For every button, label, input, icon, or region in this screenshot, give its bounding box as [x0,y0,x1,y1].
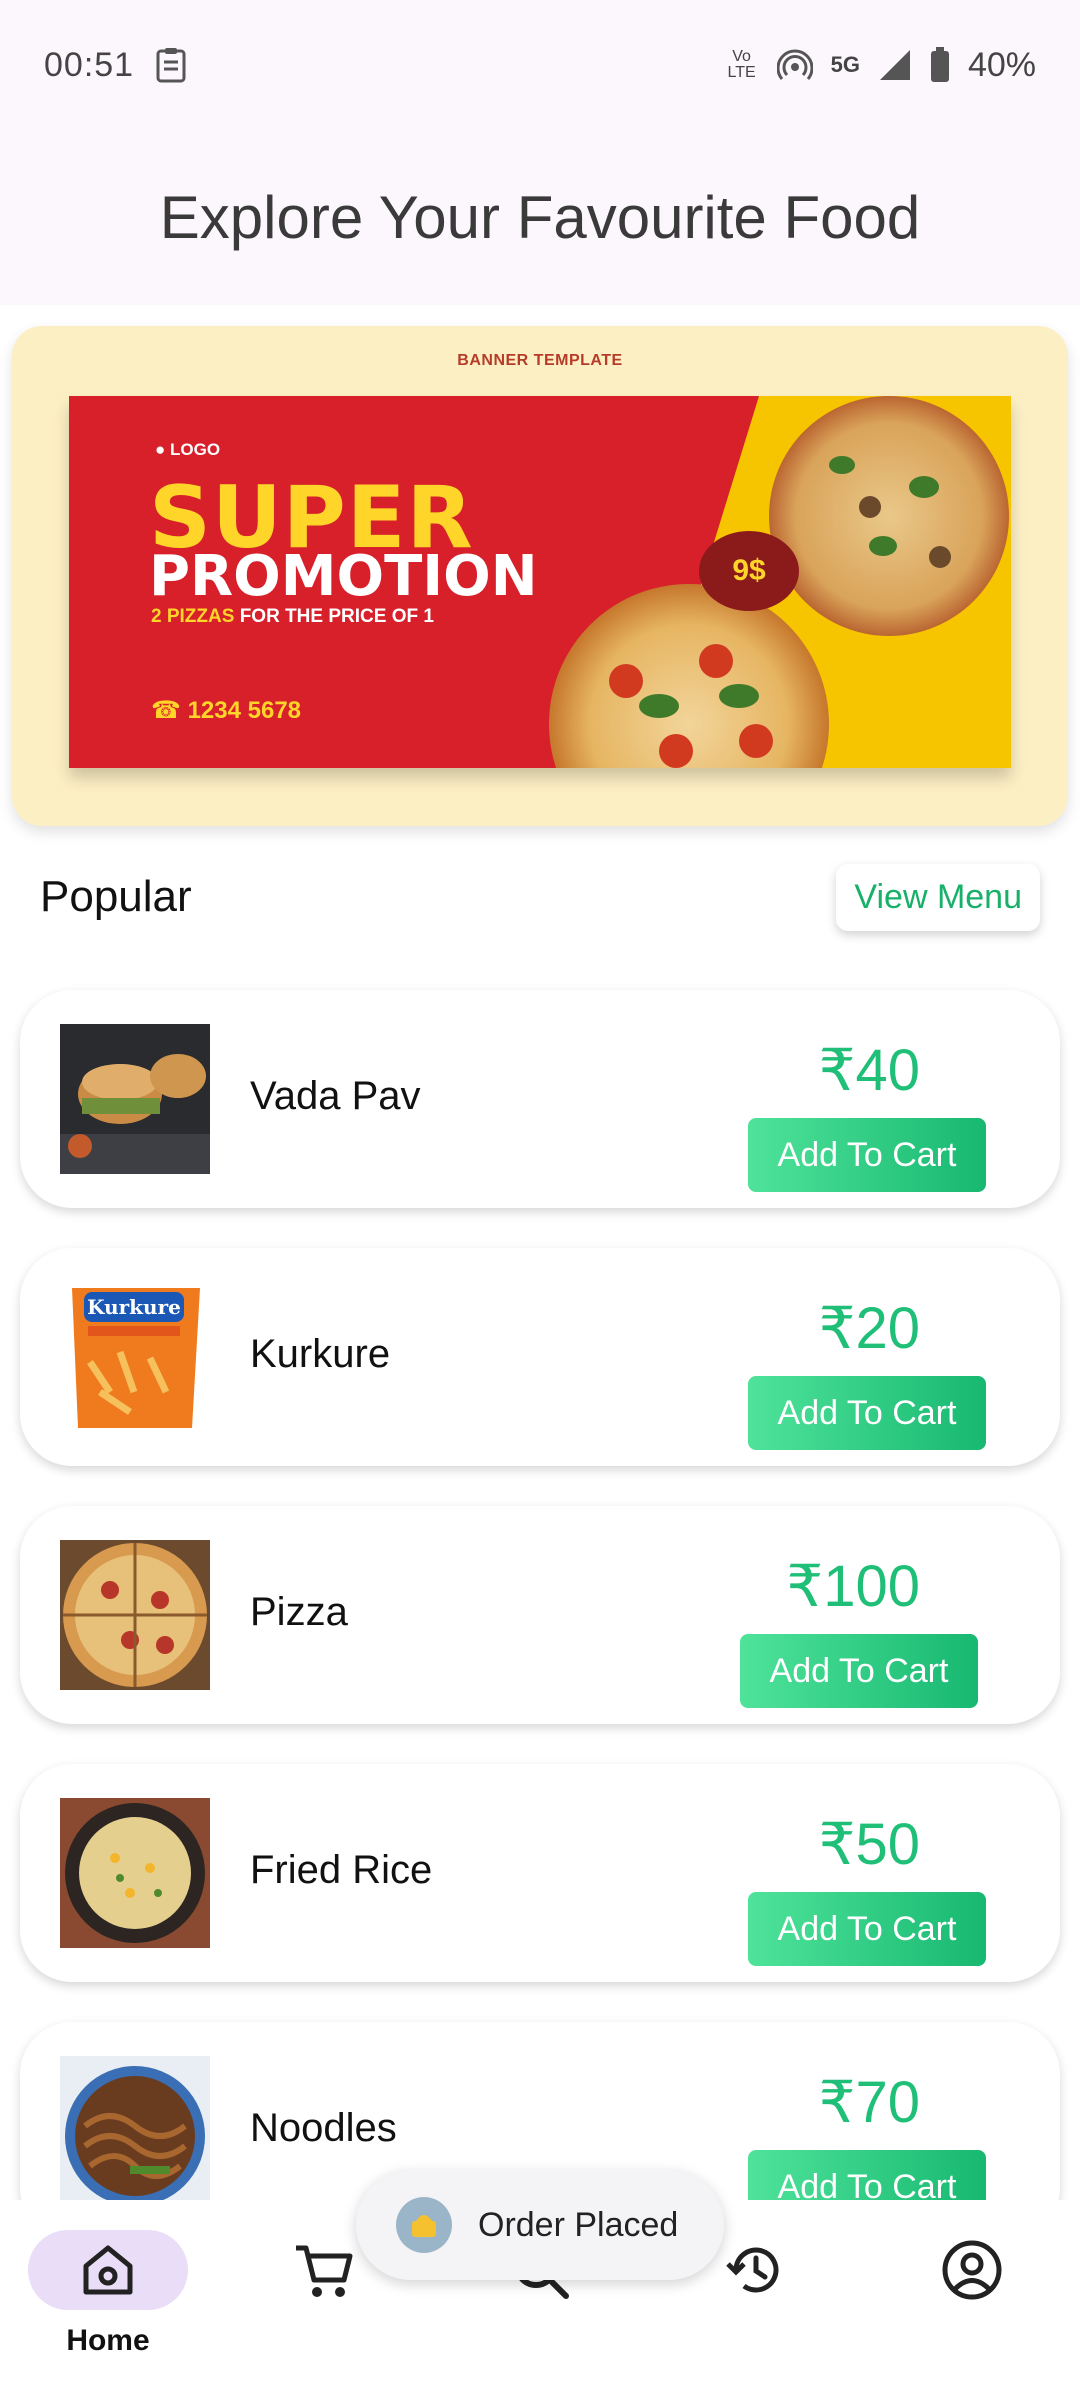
svg-text:Kurkure: Kurkure [87,1295,181,1319]
history-icon [726,2247,779,2293]
app-icon [396,2197,452,2253]
home-icon [83,2245,133,2295]
popular-title: Popular [40,872,192,921]
food-name: Kurkure [250,1332,391,1376]
food-card-pizza[interactable]: Pizza ₹100 Add To Cart [20,1506,1060,1724]
order-placed-toast: Order Placed [356,2170,724,2280]
toast-message: Order Placed [478,2205,679,2244]
pizza-image-top [769,396,1009,636]
nav-item-home[interactable]: Home [28,2230,188,2380]
fried-rice-image [60,1798,210,1948]
vada-pav-image [60,1024,210,1174]
battery-percent: 40% [967,45,1036,84]
food-price: ₹40 [818,1038,920,1103]
banner-phone: ☎ 1234 5678 [151,697,302,724]
signal-icon [879,50,910,80]
banner-subline: 2 PIZZAS FOR THE PRICE OF 1 [151,606,434,627]
add-to-cart-button[interactable]: Add To Cart [748,1376,986,1450]
noodles-image [60,2056,210,2206]
page-header: Explore Your Favourite Food [0,130,1080,305]
battery-icon [930,47,949,82]
food-price: ₹70 [818,2070,920,2135]
promo-banner-card[interactable]: BANNER TEMPLATE ● LOGO SUPER PROMOTION 2… [12,326,1068,826]
food-name: Pizza [250,1590,348,1634]
cart-icon [296,2245,353,2297]
food-card-vada-pav[interactable]: Vada Pav ₹40 Add To Cart [20,990,1060,1208]
add-to-cart-button[interactable]: Add To Cart [748,1892,986,1966]
food-price: ₹20 [818,1296,920,1361]
hotspot-icon [776,49,813,80]
nav-label-home: Home [66,2324,150,2357]
status-time: 00:51 [44,45,135,84]
nav-profile-pill[interactable] [892,2230,1052,2310]
page-title: Explore Your Favourite Food [159,184,921,251]
food-card-kurkure[interactable]: Kurkure Kurkure ₹20 Add To Cart [20,1248,1060,1466]
nav-home-pill[interactable] [28,2230,188,2310]
food-price: ₹50 [818,1812,920,1877]
clipboard-icon [156,48,186,83]
add-to-cart-button[interactable]: Add To Cart [748,1118,986,1192]
promo-banner-image: ● LOGO SUPER PROMOTION 2 PIZZAS FOR THE … [69,396,1011,768]
banner-headline-2: PROMOTION [149,544,538,609]
nav-item-profile[interactable] [892,2230,1052,2380]
view-menu-button[interactable]: View Menu [836,863,1040,931]
network-type: 5G [830,52,860,77]
pizza-image [60,1540,210,1690]
kurkure-image: Kurkure [60,1282,210,1432]
banner-logo: ● LOGO [155,440,221,459]
food-name: Vada Pav [250,1074,421,1118]
add-to-cart-button[interactable]: Add To Cart [740,1634,978,1708]
volte-indicator: Vo LTE [727,48,756,81]
profile-icon [942,2240,1002,2300]
banner-price-tag: 9$ [699,531,799,611]
popular-section-header: Popular View Menu [40,862,1040,932]
food-name: Fried Rice [250,1848,433,1892]
food-name: Noodles [250,2106,397,2150]
food-card-fried-rice[interactable]: Fried Rice ₹50 Add To Cart [20,1764,1060,1982]
banner-template-label: BANNER TEMPLATE [457,352,623,369]
status-bar: 00:51 Vo LTE 5G 40% [0,0,1080,130]
food-price: ₹100 [786,1554,920,1619]
